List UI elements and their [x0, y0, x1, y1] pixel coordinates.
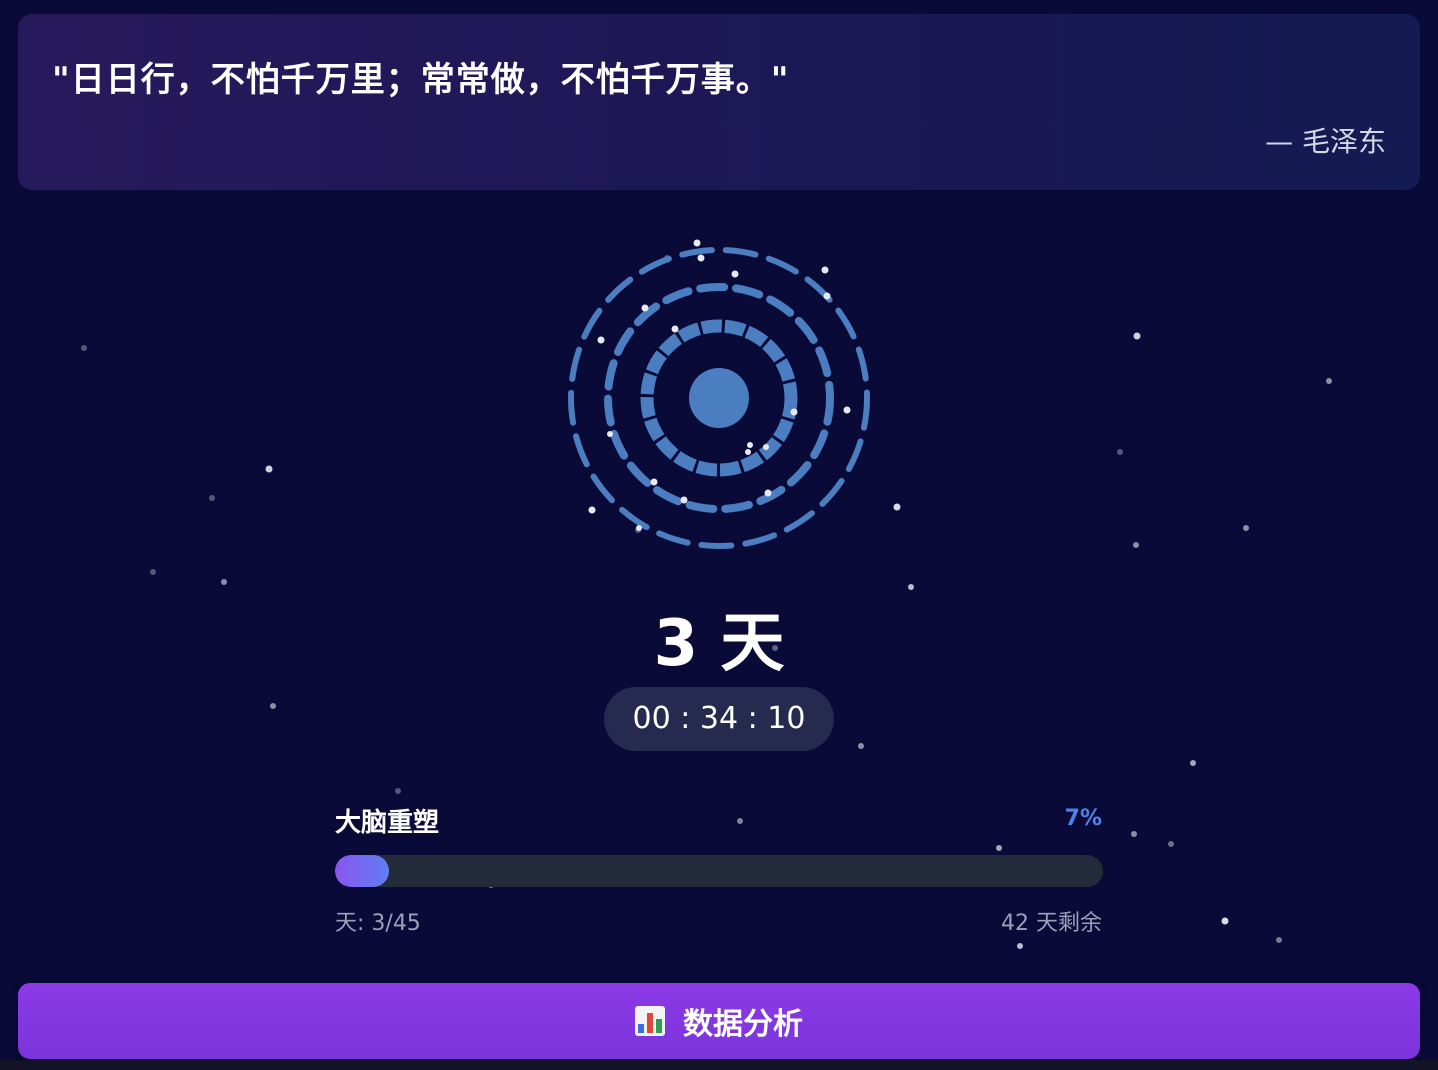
progress-bar	[335, 855, 1103, 887]
star-dot	[1326, 378, 1332, 384]
star-dot	[1017, 943, 1023, 949]
star-dot	[209, 495, 215, 501]
progress-remaining: 42 天剩余	[1001, 911, 1102, 936]
star-dot	[1276, 937, 1282, 943]
bar-chart-icon	[635, 1006, 665, 1036]
star-dot	[1131, 831, 1137, 837]
star-dot	[1133, 332, 1141, 340]
star-dot	[265, 465, 273, 473]
star-dot	[270, 703, 276, 709]
data-analysis-label: 数据分析	[683, 1007, 803, 1042]
star-dot	[996, 845, 1002, 851]
star-dot	[1221, 917, 1229, 925]
star-dot	[150, 569, 156, 575]
star-dot	[81, 345, 87, 351]
quote-card: "日日行，不怕千万里；常常做，不怕千万事。" — 毛泽东	[18, 14, 1420, 190]
star-dot	[1168, 841, 1174, 847]
star-dot	[1133, 542, 1139, 548]
star-dot	[221, 579, 227, 585]
star-dot	[858, 743, 864, 749]
star-dot	[737, 818, 743, 824]
star-dot	[1117, 449, 1123, 455]
progress-days: 天: 3/45	[335, 911, 421, 936]
center-dot	[689, 368, 749, 428]
star-dot	[1243, 525, 1249, 531]
star-dot	[908, 584, 914, 590]
progress-percent: 7%	[1064, 806, 1102, 831]
quote-text: "日日行，不怕千万里；常常做，不怕千万事。"	[52, 60, 790, 100]
quote-author: — 毛泽东	[1265, 125, 1386, 158]
progress-title: 大脑重塑	[335, 808, 440, 838]
progress-bar-fill	[335, 855, 389, 887]
bottom-edge	[0, 1060, 1438, 1070]
breathing-rings-icon	[568, 239, 870, 549]
star-dot	[893, 503, 901, 511]
star-dot	[395, 788, 401, 794]
data-analysis-button[interactable]: 数据分析	[18, 983, 1420, 1059]
app-screen: "日日行，不怕千万里；常常做，不怕千万事。" — 毛泽东 3 天 00: 34…	[0, 0, 1438, 1070]
timer-pill: 00 : 34 : 10	[604, 687, 834, 751]
days-counter: 3 天	[653, 607, 785, 681]
star-dot	[1190, 760, 1196, 766]
